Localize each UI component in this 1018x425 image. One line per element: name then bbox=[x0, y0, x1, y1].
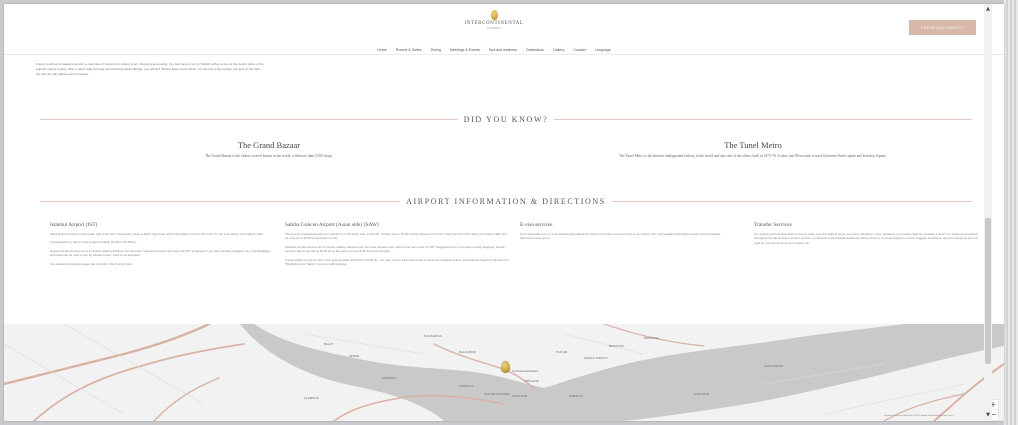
map-label: FENER bbox=[349, 354, 360, 358]
map-label: BESIKTAS bbox=[644, 336, 660, 340]
airport-column-saw: Sabiha Gokcen Airport (Asian side) (SAW)… bbox=[285, 222, 509, 266]
airport-column-title: Sabiha Gokcen Airport (Asian side) (SAW) bbox=[285, 222, 379, 228]
nav-item-meetings[interactable]: Meetings & Events bbox=[450, 48, 480, 52]
fact-tunel-metro: The Tunel Metro The Tunel Metro is the s… bbox=[544, 140, 962, 158]
map-label: BALKAPANI bbox=[459, 350, 477, 354]
airport-divider: AIRPORT INFORMATION & DIRECTIONS bbox=[40, 196, 973, 206]
airport-column-text: Havabus shuttle services are 5 minutes w… bbox=[285, 244, 505, 254]
map-pin-label: InterContinental Istanbul bbox=[512, 370, 538, 373]
airport-column-text: If it is applicable it is our understand… bbox=[520, 232, 721, 241]
map-label: ALEMDAR bbox=[304, 396, 319, 400]
divider-line-left bbox=[40, 200, 401, 202]
airport-column-transfer: Transfer Services Our airport guest serv… bbox=[754, 222, 978, 245]
map-label: CIHANGIR bbox=[512, 394, 528, 398]
map-label: KASIMPASA bbox=[424, 334, 442, 338]
check-availability-button[interactable]: CHECK AVAILABILITY bbox=[909, 20, 976, 35]
map-label: TAKSIM SQUARE bbox=[484, 392, 510, 396]
intro-paragraph: Freely reaching to Galata's summit, a ne… bbox=[36, 62, 264, 76]
map-attribution[interactable]: Keyboard shortcuts Map data ©2023 Google… bbox=[884, 415, 953, 417]
fact-title: The Grand Bazaar bbox=[237, 140, 301, 150]
airport-column-title: E-visa services bbox=[520, 222, 553, 228]
nav-item-language[interactable]: Language bbox=[595, 48, 611, 52]
airport-column-text: Transportation by airport cabs costs app… bbox=[285, 257, 509, 267]
map-label: KABATAS bbox=[569, 394, 583, 398]
fact-text: The Grand Bazaar is the oldest covered b… bbox=[205, 154, 333, 158]
nav-item-rooms[interactable]: Rooms & Suites bbox=[396, 48, 422, 52]
fact-text: The Tunel Metro is the shortest undergro… bbox=[619, 154, 887, 158]
airport-column-title: Istanbul Airport (IST) bbox=[50, 222, 98, 228]
nav-item-destination[interactable]: Destination bbox=[526, 48, 544, 52]
nav-item-home[interactable]: Home bbox=[377, 48, 387, 52]
map-label: ASMALI MESCIT bbox=[584, 356, 609, 360]
site-header: INTERCONTINENTAL ISTANBUL CHECK AVAILABI… bbox=[4, 4, 1004, 55]
airport-column-evisa: E-visa services If it is applicable it i… bbox=[520, 222, 744, 241]
fact-grand-bazaar: The Grand Bazaar The Grand Bazaar is the… bbox=[104, 140, 434, 158]
divider-line-right bbox=[554, 118, 972, 120]
nav-item-spa[interactable]: Spa and wellness bbox=[489, 48, 517, 52]
screen-edge-texture bbox=[1004, 0, 1018, 425]
scroll-down-icon[interactable]: ▼ bbox=[985, 412, 991, 419]
map-label: EMINONU bbox=[382, 376, 397, 380]
map-label: KUZGUNCUK bbox=[764, 364, 784, 368]
nav-item-gallery[interactable]: Gallery bbox=[553, 48, 564, 52]
fact-title: The Tunel Metro bbox=[724, 140, 782, 150]
did-you-know-title: DID YOU KNOW? bbox=[463, 114, 549, 124]
airport-column-title: Transfer Services bbox=[754, 222, 792, 228]
airport-column-text: Istanbul New Airport is in European side… bbox=[50, 232, 264, 236]
map-label: USKUDAR bbox=[694, 392, 710, 396]
map-label: TAKSIM bbox=[556, 350, 568, 354]
hotel-logo[interactable]: INTERCONTINENTAL ISTANBUL bbox=[4, 10, 984, 30]
logo-subtext: ISTANBUL bbox=[486, 26, 502, 30]
did-you-know-divider: DID YOU KNOW? bbox=[40, 114, 972, 124]
map-label: TOPHANE bbox=[524, 379, 539, 383]
airport-column-text: Havaist shuttle services are 2-3 minutes… bbox=[50, 248, 271, 258]
browser-viewport: INTERCONTINENTAL ISTANBUL CHECK AVAILABI… bbox=[4, 4, 1004, 421]
page-scrollbar-thumb[interactable] bbox=[985, 218, 991, 364]
map-label: BESIKTAS bbox=[609, 344, 625, 348]
airport-section-title: AIRPORT INFORMATION & DIRECTIONS bbox=[406, 196, 606, 206]
divider-line-left bbox=[40, 118, 458, 120]
logo-emblem-icon bbox=[490, 10, 498, 20]
map-label: BALAT bbox=[324, 342, 334, 346]
airport-column-text: Transportation by airport cabs is approx… bbox=[50, 240, 137, 245]
map-label: KARAKOY bbox=[459, 384, 474, 388]
divider-line-right bbox=[611, 200, 973, 202]
airport-column-text: For detailed information please call +90… bbox=[50, 261, 133, 266]
airport-column-text: Our airport guest services team is here … bbox=[754, 232, 978, 245]
nav-item-dining[interactable]: Dining bbox=[431, 48, 441, 52]
airport-column-text: The second international airport in Ista… bbox=[285, 232, 507, 241]
main-nav: Home Rooms & Suites Dining Meetings & Ev… bbox=[4, 48, 984, 52]
airport-column-ist: Istanbul Airport (IST) Istanbul New Airp… bbox=[50, 222, 274, 266]
hotel-map-pin-icon[interactable] bbox=[501, 361, 510, 373]
nav-item-contact[interactable]: Contact bbox=[573, 48, 585, 52]
scroll-up-icon[interactable]: ▲ bbox=[985, 6, 991, 13]
